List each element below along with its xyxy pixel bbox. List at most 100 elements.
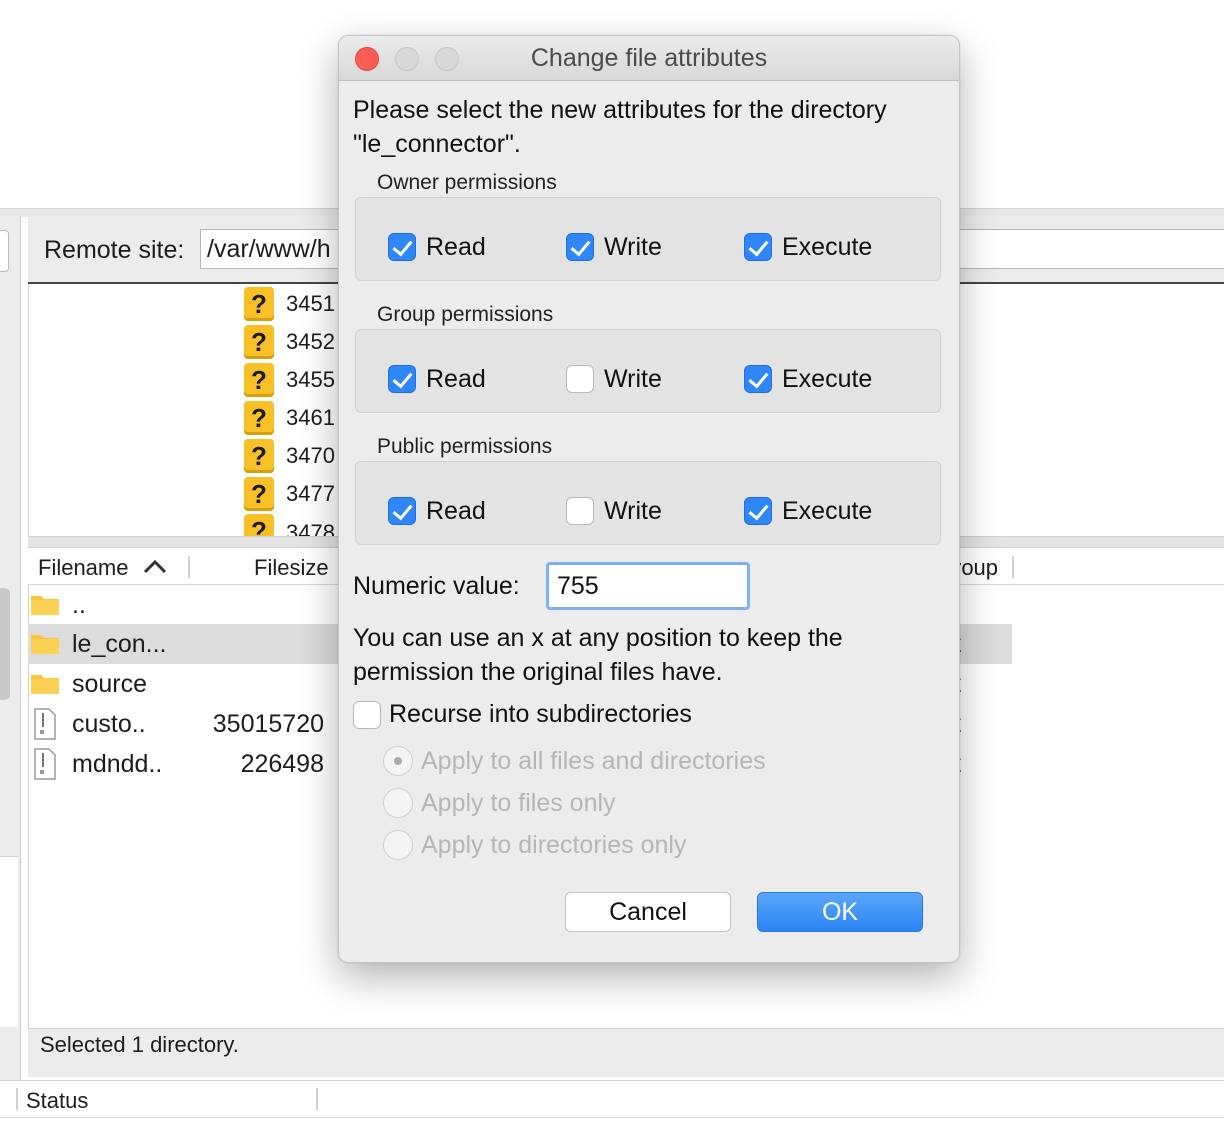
public-permissions-group: Read Write Execute <box>355 461 941 545</box>
checkbox-label: Execute <box>782 364 873 393</box>
folder-icon <box>31 675 59 694</box>
tree-item[interactable]: ? 3470 <box>244 438 335 474</box>
intro-line: Please select the new attributes for the… <box>353 96 887 124</box>
ok-button[interactable]: OK <box>757 892 923 932</box>
owner-permissions-label: Owner permissions <box>377 171 557 194</box>
owner-permissions-group: Read Write Execute <box>355 197 941 281</box>
numeric-value-input[interactable]: 755 <box>546 562 750 610</box>
numeric-value-label: Numeric value: <box>353 572 520 600</box>
checkbox-label: Write <box>604 364 662 393</box>
folder-icon <box>31 635 59 654</box>
file-name: mdndd.. <box>72 750 163 778</box>
column-separator[interactable] <box>1012 556 1014 578</box>
tree-item-label: 3461 <box>286 405 335 430</box>
checkbox-icon <box>388 233 416 261</box>
checkbox-icon <box>744 233 772 261</box>
checkbox-label: Read <box>426 364 486 393</box>
tree-item[interactable]: ? 3478 <box>244 514 335 536</box>
checkbox-icon <box>744 497 772 525</box>
column-separator[interactable] <box>188 556 190 578</box>
radio-icon <box>383 830 413 860</box>
file-size: 226498 <box>240 750 324 778</box>
checkbox-icon <box>566 233 594 261</box>
cancel-button[interactable]: Cancel <box>565 892 731 932</box>
checkbox-icon <box>388 365 416 393</box>
checkbox-label: Read <box>426 496 486 525</box>
radio-apply-directories[interactable]: Apply to directories only <box>383 830 686 860</box>
checkbox-icon <box>566 497 594 525</box>
radio-icon <box>383 746 413 776</box>
dialog-titlebar[interactable]: Change file attributes <box>339 36 959 81</box>
public-write-checkbox[interactable]: Write <box>566 496 662 526</box>
checkbox-label: Write <box>604 496 662 525</box>
transfer-queue-header <box>0 1080 1224 1118</box>
unknown-folder-icon: ? <box>244 514 274 536</box>
remote-site-label: Remote site: <box>44 236 185 264</box>
tree-item-label: 3452 <box>286 329 335 354</box>
unknown-folder-icon: ? <box>244 401 274 435</box>
column-separator[interactable] <box>16 1088 18 1110</box>
checkbox-label: Execute <box>782 496 873 525</box>
checkbox-label: Read <box>426 232 486 261</box>
column-filename[interactable]: Filename <box>38 555 128 581</box>
group-permissions-group: Read Write Execute <box>355 329 941 413</box>
checkbox-icon <box>744 365 772 393</box>
public-permissions-label: Public permissions <box>377 435 553 458</box>
change-attributes-dialog: Change file attributes Please select the… <box>338 35 960 963</box>
file-icon <box>34 748 56 780</box>
group-read-checkbox[interactable]: Read <box>388 364 486 394</box>
recurse-checkbox[interactable]: Recurse into subdirectories <box>353 700 692 729</box>
unknown-folder-icon: ? <box>244 287 274 321</box>
file-name: custo.. <box>72 710 146 738</box>
wildcard-hint: You can use an x at any position to keep… <box>353 621 953 689</box>
checkbox-label: Execute <box>782 232 873 261</box>
file-size: 35015720 <box>212 710 324 738</box>
radio-label: Apply to files only <box>421 788 616 817</box>
owner-execute-checkbox[interactable]: Execute <box>744 232 872 262</box>
file-icon <box>34 708 56 740</box>
radio-label: Apply to all files and directories <box>421 746 766 775</box>
column-group[interactable]: roup <box>954 555 998 581</box>
local-scrollbar[interactable] <box>0 588 10 700</box>
group-write-checkbox[interactable]: Write <box>566 364 662 394</box>
radio-apply-all[interactable]: Apply to all files and directories <box>383 746 766 776</box>
tree-item[interactable]: ? 3461 <box>244 400 335 436</box>
owner-write-checkbox[interactable]: Write <box>566 232 662 262</box>
dialog-intro: Please select the new attributes for the… <box>353 93 953 161</box>
unknown-folder-icon: ? <box>244 363 274 397</box>
unknown-folder-icon: ? <box>244 325 274 359</box>
public-execute-checkbox[interactable]: Execute <box>744 496 872 526</box>
tree-item[interactable]: ? 3451 <box>244 286 335 322</box>
public-read-checkbox[interactable]: Read <box>388 496 486 526</box>
selection-status: Selected 1 directory. <box>40 1032 239 1057</box>
checkbox-icon <box>353 700 381 729</box>
tree-item-label: 3451 <box>286 291 335 316</box>
folder-icon <box>31 596 59 615</box>
radio-label: Apply to directories only <box>421 830 687 859</box>
column-separator[interactable] <box>316 1088 318 1110</box>
column-filesize[interactable]: Filesize <box>254 555 329 581</box>
owner-read-checkbox[interactable]: Read <box>388 232 486 262</box>
tree-item[interactable]: ? 3477 <box>244 476 335 512</box>
file-name: source <box>72 670 148 698</box>
checkbox-icon <box>566 365 594 393</box>
group-execute-checkbox[interactable]: Execute <box>744 364 872 394</box>
checkbox-icon <box>388 497 416 525</box>
sort-ascending-icon[interactable] <box>142 556 168 576</box>
tree-item-label: 3477 <box>286 481 335 506</box>
tree-item[interactable]: ? 3455 <box>244 362 335 398</box>
tree-item-label: 3470 <box>286 443 335 468</box>
radio-apply-files[interactable]: Apply to files only <box>383 788 616 818</box>
file-name: .. <box>72 591 86 619</box>
local-list-edge <box>0 856 18 1027</box>
column-status[interactable]: Status <box>26 1088 88 1114</box>
unknown-folder-icon: ? <box>244 477 274 511</box>
checkbox-label: Write <box>604 232 662 261</box>
recurse-label: Recurse into subdirectories <box>389 700 692 728</box>
tree-item-label: 3478 <box>286 520 335 536</box>
unknown-folder-icon: ? <box>244 439 274 473</box>
hint-line: You can use an x at any position to keep… <box>353 624 843 652</box>
tree-item[interactable]: ? 3452 <box>244 324 335 360</box>
directory-name: "le_connector". <box>353 130 521 158</box>
local-path-field-edge[interactable] <box>0 230 9 272</box>
